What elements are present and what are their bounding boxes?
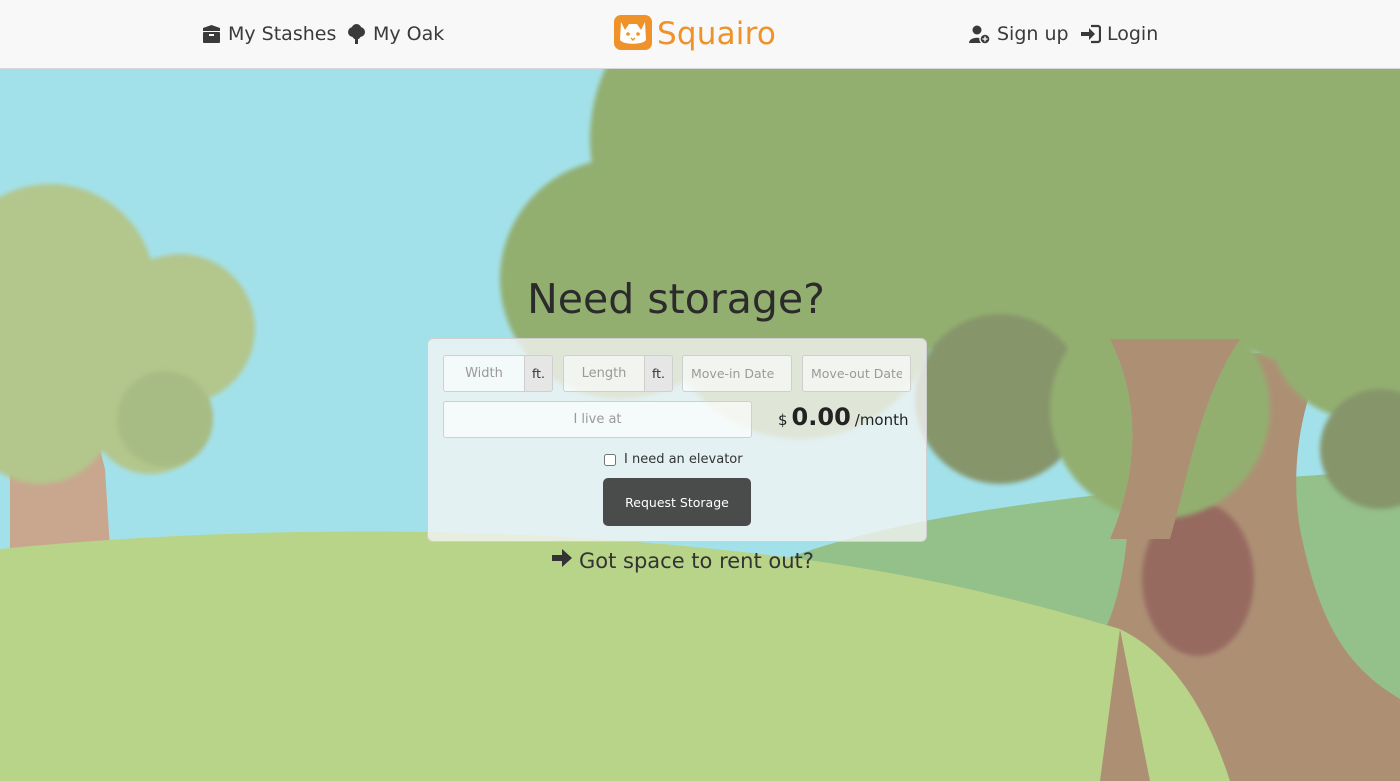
- tree-icon: [346, 23, 367, 45]
- rent-out-link[interactable]: Got space to rent out?: [551, 548, 814, 573]
- elevator-label: I need an elevator: [624, 452, 743, 467]
- top-navbar: My Stashes My Oak Squairo Sign up Login: [0, 0, 1400, 69]
- elevator-option[interactable]: I need an elevator: [604, 452, 743, 467]
- elevator-checkbox[interactable]: [604, 453, 616, 466]
- nav-my-stashes[interactable]: My Stashes: [201, 20, 336, 48]
- move-in-date-input[interactable]: [682, 355, 792, 392]
- price-display: $ 0.00 /month: [778, 403, 909, 431]
- user-plus-icon: [969, 24, 991, 45]
- length-input[interactable]: [563, 355, 645, 392]
- nav-sign-up-label: Sign up: [997, 23, 1069, 45]
- length-input-group: ft.: [563, 355, 673, 392]
- move-out-date-input[interactable]: [802, 355, 911, 392]
- width-input-group: ft.: [443, 355, 553, 392]
- arrow-right-icon: [551, 548, 573, 573]
- sign-in-icon: [1080, 24, 1101, 44]
- brand-name: Squairo: [657, 16, 777, 52]
- nav-login[interactable]: Login: [1080, 20, 1158, 48]
- price-period: /month: [854, 411, 909, 429]
- brand-logo[interactable]: Squairo: [613, 13, 776, 55]
- request-storage-button[interactable]: Request Storage: [603, 478, 751, 526]
- rent-out-link-label: Got space to rent out?: [579, 548, 814, 573]
- box-icon: [201, 24, 222, 44]
- price-amount: 0.00: [791, 403, 851, 431]
- width-input[interactable]: [443, 355, 525, 392]
- nav-login-label: Login: [1107, 23, 1159, 45]
- storage-request-form: ft. ft. $ 0.00 /month I need an elevator…: [427, 338, 927, 542]
- width-unit-addon: ft.: [525, 355, 553, 392]
- nav-my-oak-label: My Oak: [373, 23, 445, 45]
- nav-sign-up[interactable]: Sign up: [969, 20, 1069, 48]
- squirrel-icon: [613, 12, 653, 56]
- page-title: Need storage?: [527, 275, 825, 323]
- length-unit-addon: ft.: [645, 355, 673, 392]
- address-input[interactable]: [443, 401, 752, 438]
- nav-my-oak[interactable]: My Oak: [346, 20, 444, 48]
- nav-my-stashes-label: My Stashes: [228, 23, 337, 45]
- price-currency: $: [778, 411, 788, 429]
